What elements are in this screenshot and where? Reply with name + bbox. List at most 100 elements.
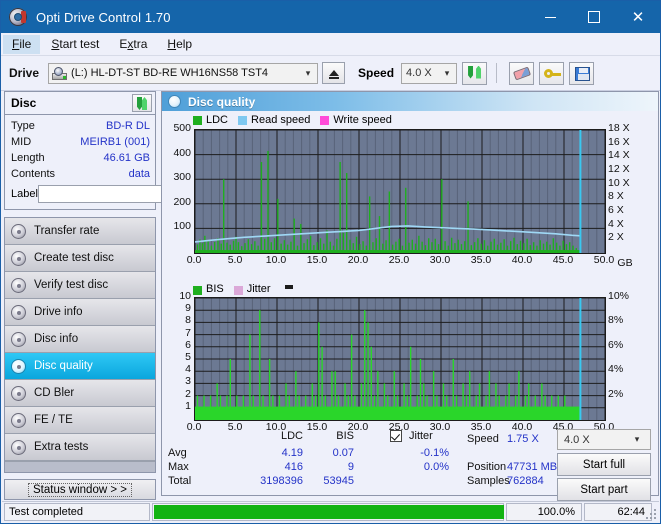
elapsed-time: 62:44 (584, 503, 652, 521)
x-tick-label: 15.0 (299, 254, 335, 266)
sidebar-item-label: CD Bler (34, 387, 74, 399)
y2-tick-label: 4% (608, 363, 623, 375)
start-part-button[interactable]: Start part (557, 478, 651, 501)
x-tick-label: 30.0 (422, 254, 458, 266)
status-message: Test completed (4, 503, 150, 521)
y2-tick-label: 10 X (608, 177, 630, 189)
test-speed-select[interactable]: 4.0 X ▾ (557, 429, 651, 450)
disc-quality-panel: Disc quality LDC Read speed Write speed … (161, 91, 659, 496)
sidebar-item-disc-info[interactable]: Disc info (5, 326, 155, 353)
disc-box-title: Disc (11, 96, 36, 110)
x-tick-label: 45.0 (545, 254, 581, 266)
menu-item-help[interactable]: Help (158, 35, 201, 54)
y2-tick-label: 6% (608, 339, 623, 351)
legend-swatch-write-speed (320, 116, 329, 125)
disc-row-mid-value: MEIRB1 (001) (80, 136, 150, 148)
disc-row-type: Type BD-R DL (11, 118, 150, 134)
disc-icon (11, 440, 26, 455)
speed-label: Speed (358, 66, 394, 80)
legend-swatch-read-speed (238, 116, 247, 125)
drive-toolbar: Drive (L:) HL-DT-ST BD-RE WH16NS58 TST4 … (1, 56, 660, 91)
y2-tick-label: 8% (608, 314, 623, 326)
y-tick-label: 7 (162, 327, 191, 339)
start-full-button[interactable]: Start full (557, 453, 651, 476)
y2-tick-label: 14 X (608, 149, 630, 161)
jitter-checkbox[interactable] (390, 430, 402, 442)
sidebar-item-disc-quality[interactable]: Disc quality (5, 353, 155, 380)
stats-total-ldc: 3198396 (235, 475, 303, 487)
sidebar-item-extra-tests[interactable]: Extra tests (5, 434, 155, 461)
sidebar-item-cd-bler[interactable]: CD Bler (5, 380, 155, 407)
status-window-button-label: Status window > > (28, 483, 132, 497)
menu-item-file[interactable]: File (3, 35, 40, 54)
stats-max-bis: 9 (312, 461, 354, 473)
disc-row-contents-key: Contents (11, 168, 55, 180)
chart1-legend: LDC Read speed Write speed (162, 113, 658, 127)
x-tick-label: 20.0 (340, 254, 376, 266)
progress-bar-fill (154, 505, 504, 519)
save-button[interactable] (569, 62, 594, 85)
y-tick-label: 300 (162, 171, 191, 183)
maximize-icon[interactable] (572, 1, 616, 33)
sidebar-item-transfer-rate[interactable]: Transfer rate (5, 218, 155, 245)
close-icon[interactable]: ✕ (616, 1, 660, 33)
disc-row-length: Length 46.61 GB (11, 150, 150, 166)
bis-plot-area (194, 297, 606, 421)
y2-tick-label: 10% (608, 290, 629, 302)
stats-header-ldc: LDC (257, 430, 303, 442)
stats-row-label-max: Max (168, 461, 189, 473)
x-tick-label: 5.0 (217, 254, 253, 266)
sidebar-item-fe-te[interactable]: FE / TE (5, 407, 155, 434)
minimize-icon[interactable] (528, 1, 572, 33)
y2-tick-label: 2 X (608, 231, 624, 243)
disc-info-box: Disc Type BD-R DL MID MEIRB1 (001) Lengt… (4, 91, 156, 210)
chart2-legend: BIS Jitter (162, 280, 658, 295)
drive-select[interactable]: (L:) HL-DT-ST BD-RE WH16NS58 TST4 ▾ (48, 63, 318, 84)
menu-item-extra[interactable]: Extra (110, 35, 156, 54)
y2-tick-label: 12 X (608, 163, 630, 175)
disc-row-mid-key: MID (11, 136, 31, 148)
y-tick-label: 5 (162, 351, 191, 363)
disc-row-length-value: 46.61 GB (104, 152, 150, 164)
status-bar: Test completed 100.0% 62:44 (2, 501, 659, 522)
start-full-label: Start full (583, 459, 625, 471)
sidebar-item-label: Disc quality (34, 360, 93, 372)
disc-row-mid: MID MEIRB1 (001) (11, 134, 150, 150)
legend-label-jitter: Jitter (247, 283, 271, 295)
menu-item-start-test[interactable]: Start test (42, 35, 108, 54)
y-tick-label: 4 (162, 363, 191, 375)
speed-select-value: 4.0 X (406, 67, 438, 79)
ldc-chart: 100200300400500 2 X4 X6 X8 X10 X12 X14 X… (162, 127, 658, 279)
ldc-x-axis-unit: GB (614, 257, 636, 269)
sidebar-item-drive-info[interactable]: Drive info (5, 299, 155, 326)
sidebar-item-verify-test-disc[interactable]: Verify test disc (5, 272, 155, 299)
erase-button[interactable] (509, 62, 534, 85)
x-tick-label: 40.0 (504, 254, 540, 266)
test-speed-value: 4.0 X (564, 434, 590, 446)
sidebar-item-create-test-disc[interactable]: Create test disc (5, 245, 155, 272)
disc-row-length-key: Length (11, 152, 45, 164)
chevron-down-icon: ▾ (299, 68, 317, 79)
disc-refresh-button[interactable] (132, 94, 152, 112)
legend-swatch-bis (193, 286, 202, 295)
legend-label-bis: BIS (206, 283, 224, 295)
stats-avg-jitter: -0.1% (394, 447, 449, 459)
disc-row-type-value: BD-R DL (106, 120, 150, 132)
stats-max-ldc: 416 (257, 461, 303, 473)
key-button[interactable] (539, 62, 564, 85)
eject-button[interactable] (322, 62, 345, 84)
refresh-button[interactable] (462, 62, 487, 85)
window-controls: ✕ (528, 1, 660, 33)
disc-quality-icon (168, 95, 181, 108)
refresh-icon (467, 66, 482, 80)
y-tick-label: 6 (162, 339, 191, 351)
stats-avg-bis: 0.07 (312, 447, 354, 459)
app-disc-icon (9, 8, 27, 26)
sidebar-item-label: Verify test disc (34, 279, 108, 291)
y-tick-label: 400 (162, 147, 191, 159)
resize-grip-icon[interactable] (645, 508, 656, 519)
status-window-button[interactable]: Status window > > (4, 479, 156, 500)
position-stat-label: Position (467, 461, 506, 473)
legend-label-read-speed: Read speed (251, 114, 310, 126)
speed-select[interactable]: 4.0 X ▾ (401, 63, 457, 84)
